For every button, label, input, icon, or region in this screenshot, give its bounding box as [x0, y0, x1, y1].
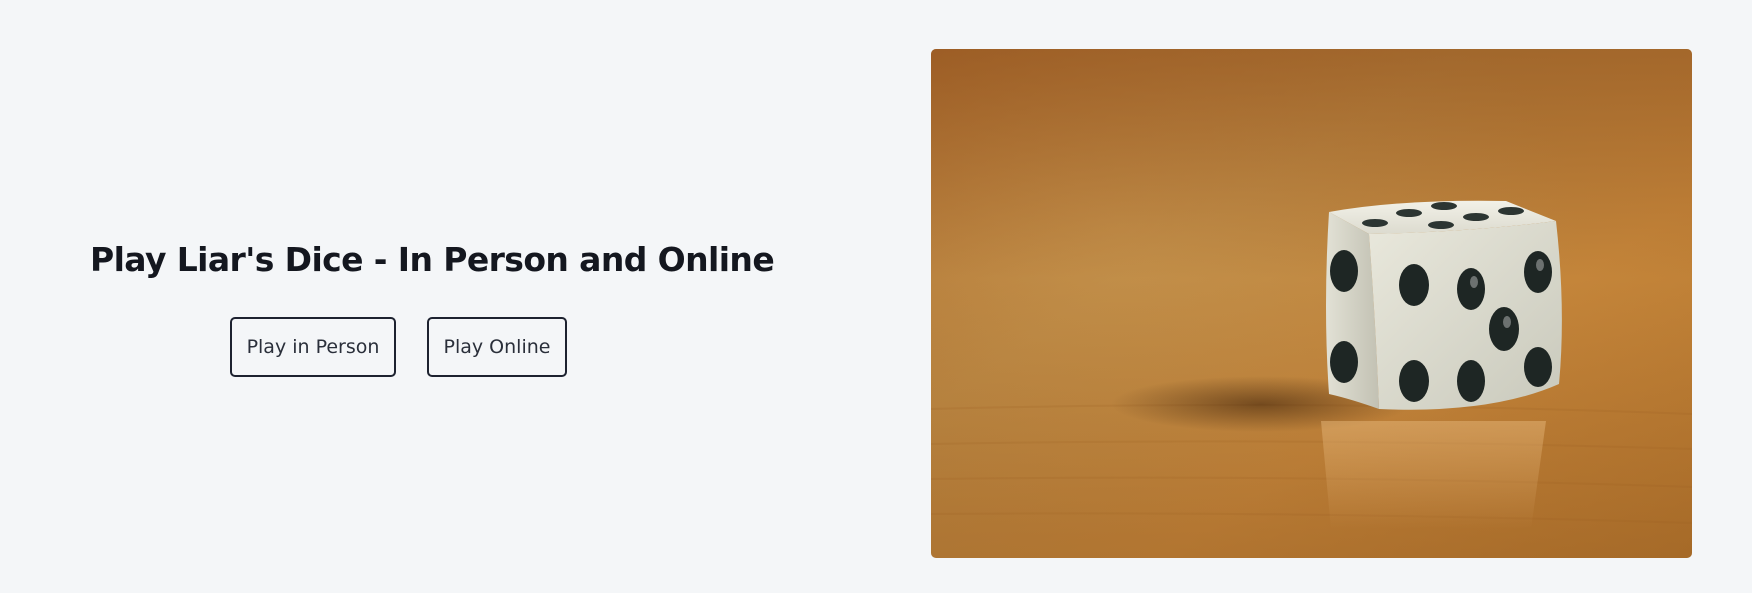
- die-photo-icon: [931, 49, 1692, 558]
- hero-text-column: Play Liar's Dice - In Person and Online …: [0, 0, 800, 593]
- hero-section: Play Liar's Dice - In Person and Online …: [0, 0, 1752, 593]
- page-title: Play Liar's Dice - In Person and Online: [90, 240, 775, 279]
- play-in-person-button[interactable]: Play in Person: [230, 317, 396, 377]
- play-online-button[interactable]: Play Online: [427, 317, 567, 377]
- hero-image: [931, 49, 1692, 558]
